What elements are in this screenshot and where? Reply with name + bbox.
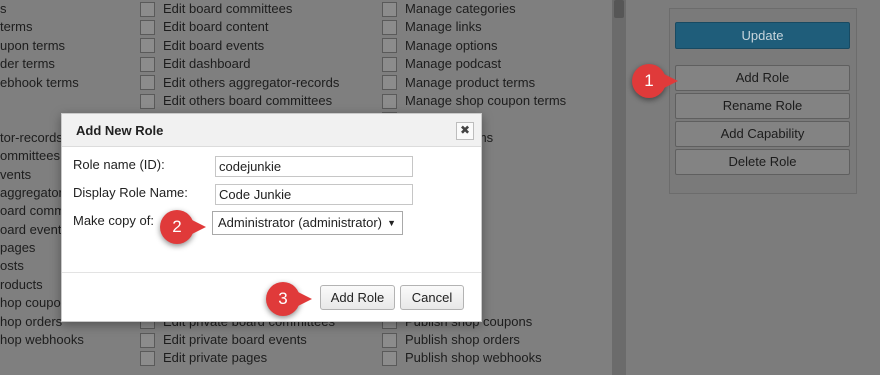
capability-checkbox[interactable] [382, 75, 397, 91]
chevron-down-icon: ▼ [387, 218, 396, 228]
capability-item[interactable]: Manage shop coupon terms [382, 92, 566, 110]
capability-checkbox[interactable] [382, 38, 397, 54]
capability-label: hop coupo [0, 295, 61, 311]
capability-checkbox[interactable] [382, 1, 397, 17]
capability-label: Publish shop orders [405, 332, 520, 348]
step-callout-1: 1 [632, 64, 678, 98]
capability-label: hop webhooks [0, 332, 84, 348]
capability-item[interactable]: Edit board events [140, 37, 339, 55]
capability-item[interactable]: Edit dashboard [140, 55, 339, 73]
capability-item[interactable]: terms [0, 18, 84, 36]
dialog-header: Add New Role ✖ [62, 114, 481, 147]
close-icon[interactable]: ✖ [456, 122, 474, 140]
cancel-button[interactable]: Cancel [400, 285, 464, 310]
capability-item[interactable]: Publish shop webhooks [382, 349, 566, 367]
capability-label: Edit board committees [163, 1, 293, 16]
rename-role-button[interactable]: Rename Role [675, 93, 850, 119]
capability-item[interactable]: Edit board content [140, 18, 339, 36]
make-copy-of-value: Administrator (administrator) [218, 215, 382, 230]
capability-item[interactable]: Edit private board events [140, 331, 339, 349]
capability-checkbox[interactable] [382, 56, 397, 72]
capability-checkbox[interactable] [382, 93, 397, 109]
capability-item[interactable]: Manage categories [382, 0, 566, 18]
capability-label: ebhook terms [0, 74, 79, 90]
capability-checkbox[interactable] [140, 93, 155, 109]
capability-label: s [0, 1, 7, 16]
capability-checkbox[interactable] [140, 351, 155, 367]
update-button[interactable]: Update [675, 22, 850, 49]
capability-checkbox[interactable] [140, 20, 155, 36]
capability-checkbox[interactable] [140, 56, 155, 72]
capability-item[interactable]: Manage product terms [382, 74, 566, 92]
capability-label: upon terms [0, 37, 66, 53]
capability-label: Manage podcast [405, 56, 502, 72]
capability-item[interactable]: Edit private pages [140, 349, 339, 367]
capability-checkbox[interactable] [140, 332, 155, 348]
capability-item[interactable]: Edit board committees [140, 0, 339, 18]
capability-label: Manage shop coupon terms [405, 92, 567, 108]
scrollbar-thumb[interactable] [614, 0, 624, 18]
capability-label: Manage categories [405, 1, 516, 16]
capability-label: Manage product terms [405, 74, 536, 90]
capability-item[interactable]: hop webhooks [0, 331, 84, 349]
capability-label: Edit dashboard [163, 56, 251, 72]
capability-label: vents [0, 166, 32, 182]
scrollbar[interactable] [612, 0, 626, 375]
capability-label: tor-records [0, 129, 63, 145]
capability-label: Edit others board committees [163, 92, 333, 108]
capability-item[interactable]: Manage options [382, 37, 566, 55]
capability-checkbox[interactable] [140, 1, 155, 17]
capability-checkbox[interactable] [382, 351, 397, 367]
capability-item[interactable]: s [0, 0, 84, 18]
capability-checkbox[interactable] [140, 75, 155, 91]
capability-checkbox[interactable] [140, 38, 155, 54]
capability-item[interactable]: Manage links [382, 18, 566, 36]
capability-label: Publish shop webhooks [405, 350, 542, 366]
capability-label: Manage options [405, 37, 498, 53]
capability-label: pages [0, 240, 36, 256]
display-role-name-input[interactable]: Code Junkie [215, 184, 413, 205]
make-copy-of-select[interactable]: Administrator (administrator) ▼ [212, 211, 403, 235]
make-copy-of-label: Make copy of: [73, 213, 154, 228]
capability-item[interactable]: ebhook terms [0, 74, 84, 92]
role-name-input[interactable]: codejunkie [215, 156, 413, 177]
capability-item[interactable]: upon terms [0, 37, 84, 55]
capability-label: Edit board events [163, 37, 265, 53]
capability-label: Manage links [405, 19, 482, 35]
capability-label: roducts [0, 276, 43, 292]
step-callout-2: 2 [160, 210, 206, 244]
capability-item[interactable] [0, 92, 84, 110]
capability-item[interactable]: der terms [0, 55, 84, 73]
capability-item[interactable]: Edit others board committees [140, 92, 339, 110]
add-role-button[interactable]: Add Role [675, 65, 850, 91]
capability-label: oard comm [0, 203, 66, 219]
capability-label: Edit private board events [163, 332, 307, 348]
capability-item[interactable]: Publish shop orders [382, 331, 566, 349]
delete-role-button[interactable]: Delete Role [675, 149, 850, 175]
capability-label: Edit board content [163, 19, 269, 35]
dialog-divider [62, 272, 481, 273]
capability-item[interactable]: Manage podcast [382, 55, 566, 73]
capability-label: osts [0, 258, 24, 274]
capability-item[interactable]: Edit others aggregator-records [140, 74, 339, 92]
capability-label: hop orders [0, 313, 63, 329]
add-role-confirm-button[interactable]: Add Role [320, 285, 395, 310]
capability-label: ommittees [0, 148, 60, 164]
step-callout-3: 3 [266, 282, 312, 316]
capability-checkbox[interactable] [382, 332, 397, 348]
capability-label: aggregator- [0, 184, 68, 200]
dialog-title: Add New Role [76, 123, 164, 138]
capability-checkbox[interactable] [382, 20, 397, 36]
display-role-name-label: Display Role Name: [73, 185, 188, 200]
capability-label: Edit private pages [163, 350, 268, 366]
capability-label: Edit others aggregator-records [163, 74, 340, 90]
capability-label: terms [0, 19, 33, 35]
add-capability-button[interactable]: Add Capability [675, 121, 850, 147]
role-name-label: Role name (ID): [73, 157, 165, 172]
capability-label: oard event [0, 221, 62, 237]
capability-label: der terms [0, 56, 55, 72]
